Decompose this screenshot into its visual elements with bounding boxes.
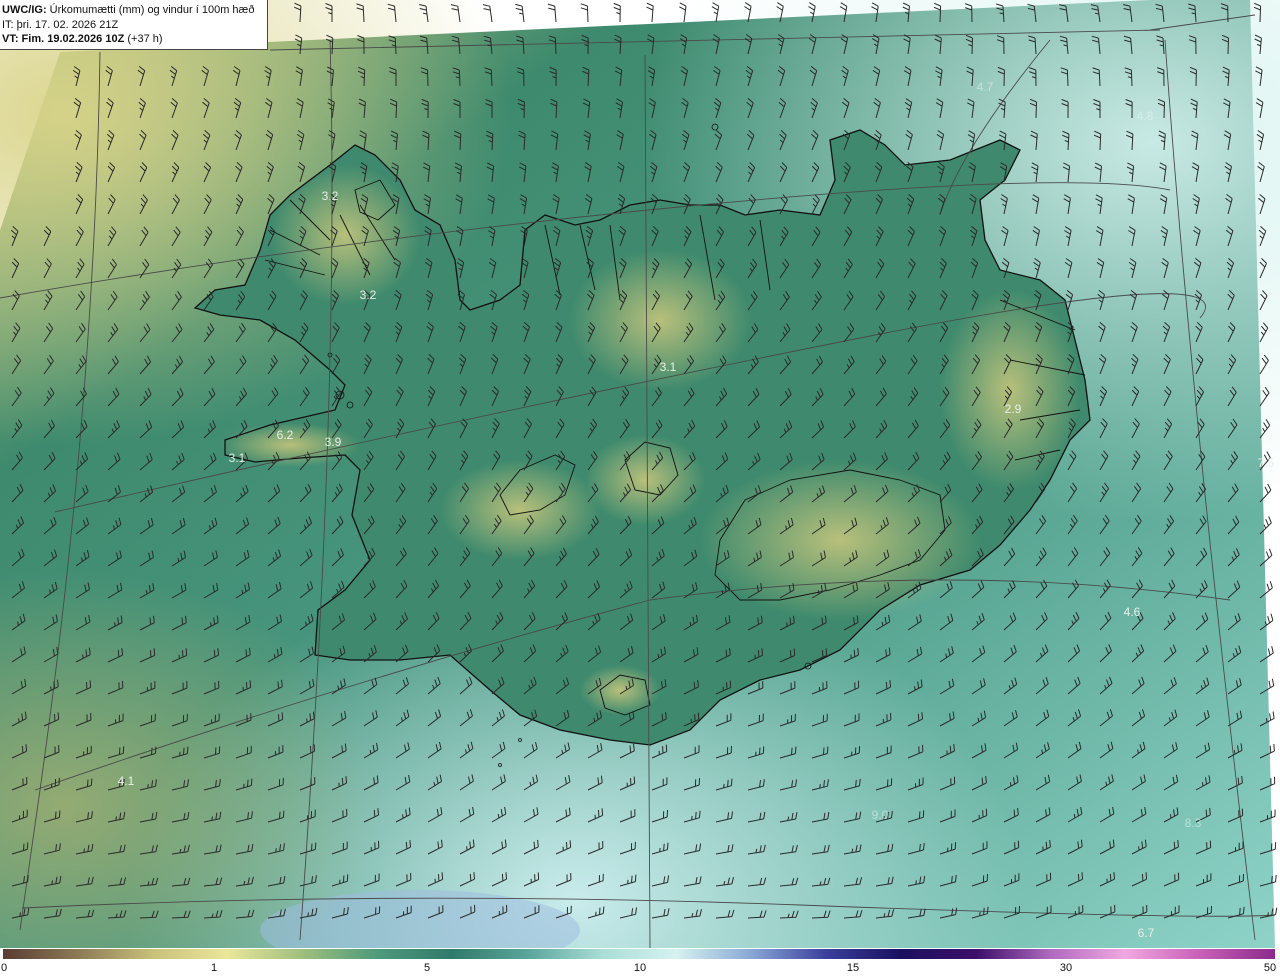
colorbar-tick: 15 [846, 962, 860, 974]
value-label: 3.2 [359, 288, 377, 302]
title-code: UWC/IG: [2, 4, 47, 16]
title-text: Úrkomumætti (mm) og vindur í 100m hæð [49, 4, 255, 16]
valid-time: VT: Fim. 19.02.2026 10Z [2, 33, 125, 45]
title-line: UWC/IG: Úrkomumætti (mm) og vindur í 100… [2, 3, 267, 18]
colorbar-tick: 50 [1263, 962, 1277, 974]
map-info-box: UWC/IG: Úrkomumætti (mm) og vindur í 100… [0, 0, 268, 50]
land-high-south [580, 665, 660, 715]
valid-time-line: VT: Fim. 19.02.2026 10Z (+37 h) [2, 32, 267, 47]
land-high-nw [270, 165, 420, 305]
initial-time: IT: þri. 17. 02. 2026 21Z [2, 18, 119, 31]
value-label: 3.1 [659, 360, 677, 374]
land-high-center [585, 435, 705, 525]
value-label: 3.9 [324, 435, 342, 449]
value-label: 2.9 [1004, 402, 1022, 416]
colorbar-tick: 1 [210, 962, 218, 974]
colorbar-tick: 5 [423, 962, 431, 974]
value-label: 6.2 [276, 428, 294, 442]
map-canvas [0, 0, 1280, 948]
value-label: 4.8 [1136, 109, 1154, 123]
value-label: 4.7 [976, 80, 994, 94]
value-label: 3.2 [321, 189, 339, 203]
value-label: 8.3 [1184, 816, 1202, 830]
colorbar-tick: 10 [633, 962, 647, 974]
weather-map: UWC/IG: Úrkomumætti (mm) og vindur í 100… [0, 0, 1280, 978]
value-label: 7.5 [1257, 456, 1275, 470]
value-label: 6.7 [1137, 926, 1155, 940]
colorbar-legend: 0 1 5 10 15 30 50 [0, 948, 1280, 978]
value-label: 4.1 [117, 774, 135, 788]
value-label: 3.1 [228, 451, 246, 465]
land-high-west [440, 460, 600, 560]
colorbar-tick: 30 [1059, 962, 1073, 974]
colorbar-tick: 0 [0, 962, 8, 974]
valid-offset: (+37 h) [127, 33, 163, 45]
land-high-southeast [700, 460, 980, 620]
value-label: 4.6 [1123, 605, 1141, 619]
colorbar-strip [3, 949, 1275, 959]
value-label: 9.0 [871, 808, 889, 822]
